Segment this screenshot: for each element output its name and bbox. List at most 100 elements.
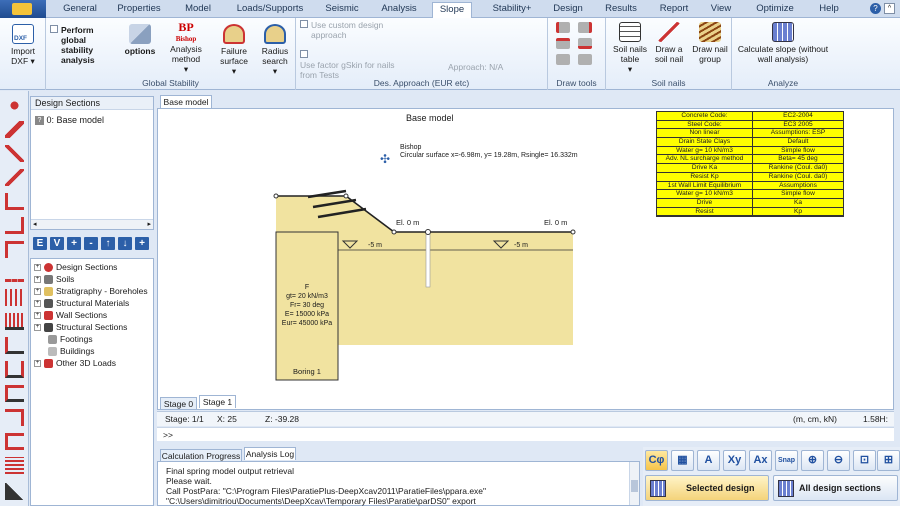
zoom-in-icon[interactable]: ⊕ xyxy=(801,450,824,471)
tab-analysis-log[interactable]: Analysis Log xyxy=(244,447,296,460)
tree-item-structural-sections[interactable]: + Structural Sections xyxy=(34,322,127,333)
3d-load-icon[interactable] xyxy=(5,433,24,450)
tab-design[interactable]: Design xyxy=(549,2,587,18)
cphi-icon[interactable]: Cφ xyxy=(645,450,668,471)
tab-view[interactable]: View xyxy=(706,2,736,18)
tab-seismic[interactable]: Seismic xyxy=(318,2,366,18)
import-dxf-button[interactable]: DXF Import DXF ▾ xyxy=(6,24,40,66)
strut-icon[interactable] xyxy=(5,193,24,210)
draw-tool-6-icon[interactable] xyxy=(578,54,592,65)
tab-loads-supports[interactable]: Loads/Supports xyxy=(230,2,310,18)
tab-general[interactable]: General xyxy=(57,2,103,18)
zoom-window-icon[interactable]: ⊡ xyxy=(853,450,876,471)
edit-section-button[interactable]: E xyxy=(33,237,47,250)
expand-icon[interactable]: + xyxy=(34,288,41,296)
calculate-slope-button[interactable]: Calculate slope (without wall analysis) xyxy=(734,22,832,64)
ground-icon[interactable] xyxy=(5,483,24,500)
all-design-sections-button[interactable]: All design sections xyxy=(773,475,898,501)
expand-icon[interactable]: + xyxy=(34,264,41,272)
horizontal-scrollbar[interactable]: ◂ ▸ xyxy=(31,219,153,229)
spring-icon[interactable] xyxy=(5,241,24,258)
checkbox-box[interactable] xyxy=(50,25,58,33)
draw-nail-group-button[interactable]: Draw nail group xyxy=(690,22,730,64)
eraser-icon[interactable] xyxy=(5,121,24,138)
command-line[interactable]: >> xyxy=(157,427,894,441)
building-load-icon[interactable] xyxy=(5,409,24,426)
draw-tool-4-icon[interactable] xyxy=(578,38,592,49)
tree-item-soils[interactable]: + Soils xyxy=(34,274,74,285)
tab-results[interactable]: Results xyxy=(602,2,640,18)
anchor-icon[interactable] xyxy=(5,169,24,186)
tree-item-wall-sections[interactable]: + Wall Sections xyxy=(34,310,107,321)
expand-icon[interactable]: + xyxy=(34,324,41,332)
expand-icon[interactable]: + xyxy=(34,276,41,284)
application-menu-button[interactable] xyxy=(0,0,46,18)
footing-load-icon[interactable] xyxy=(5,385,24,402)
move-up-button[interactable]: ↑ xyxy=(101,237,115,250)
tab-stage-1[interactable]: Stage 1 xyxy=(199,395,236,408)
minimize-ribbon-icon[interactable]: ^ xyxy=(884,3,895,14)
scroll-thumb[interactable] xyxy=(631,480,638,492)
design-section-item[interactable]: ? 0: Base model xyxy=(35,115,104,126)
draw-tool-3-icon[interactable] xyxy=(556,38,570,49)
tree-item-other-3d-loads[interactable]: + Other 3D Loads xyxy=(34,358,116,369)
zoom-extents-icon[interactable]: ⊞ xyxy=(877,450,900,471)
add-stage-button[interactable]: + xyxy=(135,237,149,250)
ax-icon[interactable]: Ax xyxy=(749,450,772,471)
moment-icon[interactable] xyxy=(5,361,24,378)
move-icon[interactable] xyxy=(5,97,24,114)
tab-model[interactable]: Model xyxy=(176,2,220,18)
log-scrollbar[interactable] xyxy=(629,462,639,505)
tieback-icon[interactable] xyxy=(5,265,24,282)
scroll-right-icon[interactable]: ▸ xyxy=(147,220,151,228)
tab-properties[interactable]: Properties xyxy=(112,2,166,18)
load-icon[interactable] xyxy=(5,289,24,306)
expand-icon[interactable]: + xyxy=(34,300,41,308)
tree-item-buildings[interactable]: Buildings xyxy=(48,346,95,357)
radius-search-button[interactable]: Radius search ▾ xyxy=(256,24,294,76)
failure-surface-button[interactable]: Failure surface ▾ xyxy=(214,24,254,76)
xy-coordinates-icon[interactable]: Xy xyxy=(723,450,746,471)
tree-item-design-sections[interactable]: + Design Sections xyxy=(34,262,117,273)
tree-item-structural-materials[interactable]: + Structural Materials xyxy=(34,298,129,309)
tab-report[interactable]: Report xyxy=(655,2,693,18)
factor-gskin-checkbox[interactable]: Use factor gSkin for nails from Tests xyxy=(300,50,410,80)
custom-design-checkbox[interactable]: Use custom design approach xyxy=(300,20,410,40)
analysis-method-button[interactable]: BP Bishop Analysis method ▾ xyxy=(164,21,208,74)
remove-section-button[interactable]: - xyxy=(84,237,98,250)
support-icon[interactable] xyxy=(5,217,24,234)
cut-icon[interactable] xyxy=(5,145,24,162)
checkbox-box[interactable] xyxy=(300,50,308,58)
scroll-left-icon[interactable]: ◂ xyxy=(33,220,37,228)
draw-soil-nail-button[interactable]: Draw a soil nail xyxy=(650,22,688,64)
line-load-icon[interactable] xyxy=(5,337,24,354)
draw-tool-2-icon[interactable] xyxy=(578,22,592,33)
tree-item-footings[interactable]: Footings xyxy=(48,334,93,345)
move-down-button[interactable]: ↓ xyxy=(118,237,132,250)
expand-icon[interactable]: + xyxy=(34,312,41,320)
snap-icon[interactable]: Snap xyxy=(775,450,798,471)
tab-stage-0[interactable]: Stage 0 xyxy=(160,397,197,410)
soil-nails-table-button[interactable]: Soil nails table ▾ xyxy=(610,22,650,74)
zoom-out-icon[interactable]: ⊖ xyxy=(827,450,850,471)
global-stability-checkbox[interactable]: Perform global stability analysis xyxy=(50,25,106,65)
tab-optimize[interactable]: Optimize xyxy=(752,2,798,18)
view-section-button[interactable]: V xyxy=(50,237,64,250)
add-section-button[interactable]: + xyxy=(67,237,81,250)
tab-base-model[interactable]: Base model xyxy=(160,95,212,108)
checkbox-box[interactable] xyxy=(300,20,308,28)
tab-stability-plus[interactable]: Stability+ xyxy=(482,2,542,18)
tab-help[interactable]: Help xyxy=(812,2,846,18)
grid-table-icon[interactable]: ▦ xyxy=(671,450,694,471)
tab-slope[interactable]: Slope xyxy=(432,2,472,18)
options-button[interactable]: options xyxy=(120,24,160,56)
text-icon[interactable]: A xyxy=(697,450,720,471)
tree-item-stratigraphy[interactable]: + Stratigraphy - Boreholes xyxy=(34,286,148,297)
surcharge-icon[interactable] xyxy=(5,457,24,474)
distributed-load-icon[interactable] xyxy=(5,313,24,330)
selected-design-button[interactable]: Selected design xyxy=(645,475,769,501)
expand-icon[interactable]: + xyxy=(34,360,41,368)
help-icon[interactable]: ? xyxy=(870,3,881,14)
draw-tool-5-icon[interactable] xyxy=(556,54,570,65)
tab-analysis[interactable]: Analysis xyxy=(374,2,424,18)
